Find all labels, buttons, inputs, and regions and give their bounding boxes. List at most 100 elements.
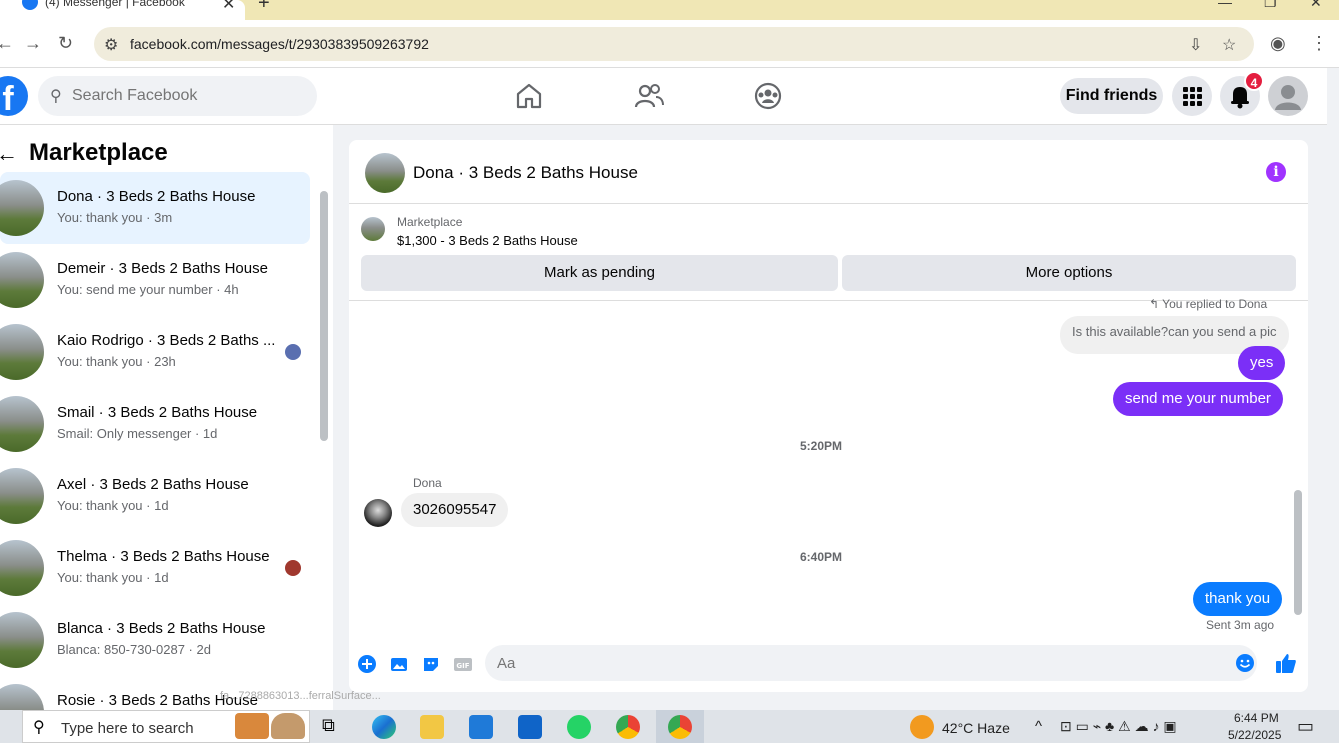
- listing-thumbnail: [0, 396, 44, 452]
- friends-icon[interactable]: [634, 81, 664, 111]
- minimize-icon[interactable]: —: [1218, 0, 1232, 10]
- notifications-center-icon[interactable]: ▭: [1297, 716, 1314, 737]
- weather-icon[interactable]: [910, 715, 934, 739]
- store-icon[interactable]: [469, 715, 493, 739]
- seen-avatar: [285, 560, 301, 576]
- sender-avatar[interactable]: [364, 499, 392, 527]
- listing-title[interactable]: $1,300 - 3 Beds 2 Baths House: [397, 233, 578, 248]
- outlook-icon[interactable]: [518, 715, 542, 739]
- conversation-preview: You: thank you · 1d: [57, 498, 169, 513]
- whatsapp-icon[interactable]: [567, 715, 591, 739]
- search-icon: ⚲: [50, 88, 62, 105]
- conversation-item[interactable]: Demeir · 3 Beds 2 Baths House You: send …: [0, 244, 310, 316]
- chat-scrollbar[interactable]: [1294, 490, 1302, 615]
- message-bubble[interactable]: yes: [1238, 346, 1286, 380]
- back-arrow-icon[interactable]: ←: [0, 141, 18, 167]
- sender-name: Dona: [413, 476, 442, 490]
- conversation-name: Axel · 3 Beds 2 Baths House: [57, 476, 249, 493]
- sidebar-scrollbar[interactable]: [320, 191, 328, 441]
- chrome-active-window[interactable]: [656, 710, 704, 743]
- grid-icon: [1183, 87, 1202, 106]
- marketplace-label: Marketplace: [397, 215, 463, 229]
- conversation-name: Dona · 3 Beds 2 Baths House: [57, 188, 256, 205]
- menu-grid-button[interactable]: [1172, 76, 1212, 116]
- conversation-preview: Smail: Only messenger · 1d: [57, 426, 218, 441]
- tray-chevron-icon[interactable]: ^: [1035, 718, 1042, 735]
- more-options-button[interactable]: More options: [842, 255, 1296, 291]
- weather-text[interactable]: 42°C Haze: [942, 720, 1010, 736]
- clock-time[interactable]: 6:44 PM: [1234, 711, 1279, 725]
- mark-as-pending-button[interactable]: Mark as pending: [361, 255, 838, 291]
- tray-icons[interactable]: ⊡ ▭ ⌁ ♣ ⚠ ☁ ♪ ▣: [1060, 718, 1177, 735]
- account-avatar[interactable]: [1268, 76, 1308, 116]
- reply-note-text: You replied to Dona: [1162, 297, 1268, 311]
- file-explorer-icon[interactable]: [420, 715, 444, 739]
- photo-icon[interactable]: [389, 654, 409, 674]
- browser-tab[interactable]: (4) Messenger | Facebook ✕: [0, 0, 245, 20]
- notification-badge: 4: [1244, 71, 1264, 91]
- conversation-preview: Blanca: 850-730-0287 · 2d: [57, 642, 211, 657]
- conversation-name: Demeir · 3 Beds 2 Baths House: [57, 260, 268, 277]
- browser-toolbar: ← → ↻ ⚙ facebook.com/messages/t/29303839…: [0, 20, 1339, 68]
- timestamp: 6:40PM: [800, 550, 843, 564]
- restore-icon[interactable]: ❐: [1264, 0, 1277, 11]
- search-input[interactable]: [72, 76, 302, 116]
- search-box[interactable]: ⚲: [38, 76, 317, 116]
- conversation-item[interactable]: Blanca · 3 Beds 2 Baths House Blanca: 85…: [0, 604, 310, 676]
- message-bubble[interactable]: send me your number: [1113, 382, 1283, 416]
- emoji-icon[interactable]: [1235, 653, 1255, 673]
- sticker-icon[interactable]: [421, 654, 441, 674]
- address-bar[interactable]: ⚙ facebook.com/messages/t/29303839509263…: [94, 27, 1254, 61]
- menu-kebab-icon[interactable]: ⋮: [1310, 33, 1328, 54]
- back-icon[interactable]: ←: [0, 33, 14, 54]
- forward-icon[interactable]: →: [24, 33, 42, 54]
- profile-icon[interactable]: ◉: [1270, 33, 1286, 54]
- clock-date[interactable]: 5/22/2025: [1228, 728, 1281, 742]
- listing-thumbnail: [0, 612, 44, 668]
- conversation-preview: You: thank you · 1d: [57, 570, 169, 585]
- find-friends-button[interactable]: Find friends: [1060, 78, 1163, 114]
- chat-title[interactable]: Dona · 3 Beds 2 Baths House: [413, 163, 638, 183]
- facebook-logo-icon[interactable]: f: [0, 76, 28, 116]
- conversation-item[interactable]: Thelma · 3 Beds 2 Baths House You: thank…: [0, 532, 310, 604]
- bookmark-star-icon[interactable]: ☆: [1222, 35, 1236, 55]
- message-composer[interactable]: [485, 645, 1257, 681]
- close-tab-icon[interactable]: ✕: [222, 0, 235, 14]
- chrome-icon[interactable]: [616, 715, 640, 739]
- new-tab-icon[interactable]: +: [258, 0, 270, 15]
- conversation-item[interactable]: Axel · 3 Beds 2 Baths House You: thank y…: [0, 460, 310, 532]
- close-window-icon[interactable]: ✕: [1310, 0, 1322, 11]
- edge-icon[interactable]: [372, 715, 396, 739]
- message-bubble[interactable]: 3026095547: [401, 493, 509, 527]
- url-text[interactable]: facebook.com/messages/t/2930383950926379…: [130, 36, 429, 52]
- info-icon[interactable]: i: [1266, 162, 1286, 182]
- message-input[interactable]: [497, 645, 1217, 681]
- plus-circle-icon[interactable]: [357, 654, 377, 674]
- facebook-header: f ⚲ Find friends 4: [0, 68, 1327, 125]
- chat-panel: Dona · 3 Beds 2 Baths House i Marketplac…: [349, 140, 1308, 692]
- conversation-name: Blanca · 3 Beds 2 Baths House: [57, 620, 266, 637]
- windows-taskbar: ⚲ Type here to search ⧉ 42°C Haze ^ ⊡ ▭ …: [0, 710, 1339, 743]
- task-view-icon[interactable]: ⧉: [322, 715, 346, 739]
- avatar-icon: [1275, 85, 1301, 110]
- chat-avatar[interactable]: [365, 153, 405, 193]
- taskbar-search[interactable]: ⚲ Type here to search: [22, 710, 310, 743]
- conversation-item[interactable]: Kaio Rodrigo · 3 Beds 2 Baths ... You: t…: [0, 316, 310, 388]
- message-bubble[interactable]: thank you: [1193, 582, 1283, 616]
- taskbar-search-text: Type here to search: [61, 720, 194, 737]
- listing-thumbnail: [0, 540, 44, 596]
- groups-icon[interactable]: [753, 81, 783, 111]
- conversation-item[interactable]: Smail · 3 Beds 2 Baths House Smail: Only…: [0, 388, 310, 460]
- gif-icon[interactable]: GIF: [453, 654, 473, 674]
- svg-text:GIF: GIF: [456, 662, 469, 670]
- chrome-icon: [668, 715, 692, 739]
- site-info-icon[interactable]: ⚙: [104, 35, 118, 55]
- marketplace-sidebar: ← Marketplace Dona · 3 Beds 2 Baths Hous…: [0, 125, 333, 710]
- search-icon: ⚲: [33, 719, 45, 736]
- home-icon[interactable]: [514, 81, 544, 111]
- conversation-item[interactable]: Dona · 3 Beds 2 Baths House You: thank y…: [0, 172, 310, 244]
- thumbs-up-icon[interactable]: [1275, 652, 1297, 674]
- install-app-icon[interactable]: ⇩: [1189, 35, 1202, 55]
- sidebar-title: Marketplace: [29, 139, 168, 166]
- reload-icon[interactable]: ↻: [58, 33, 73, 54]
